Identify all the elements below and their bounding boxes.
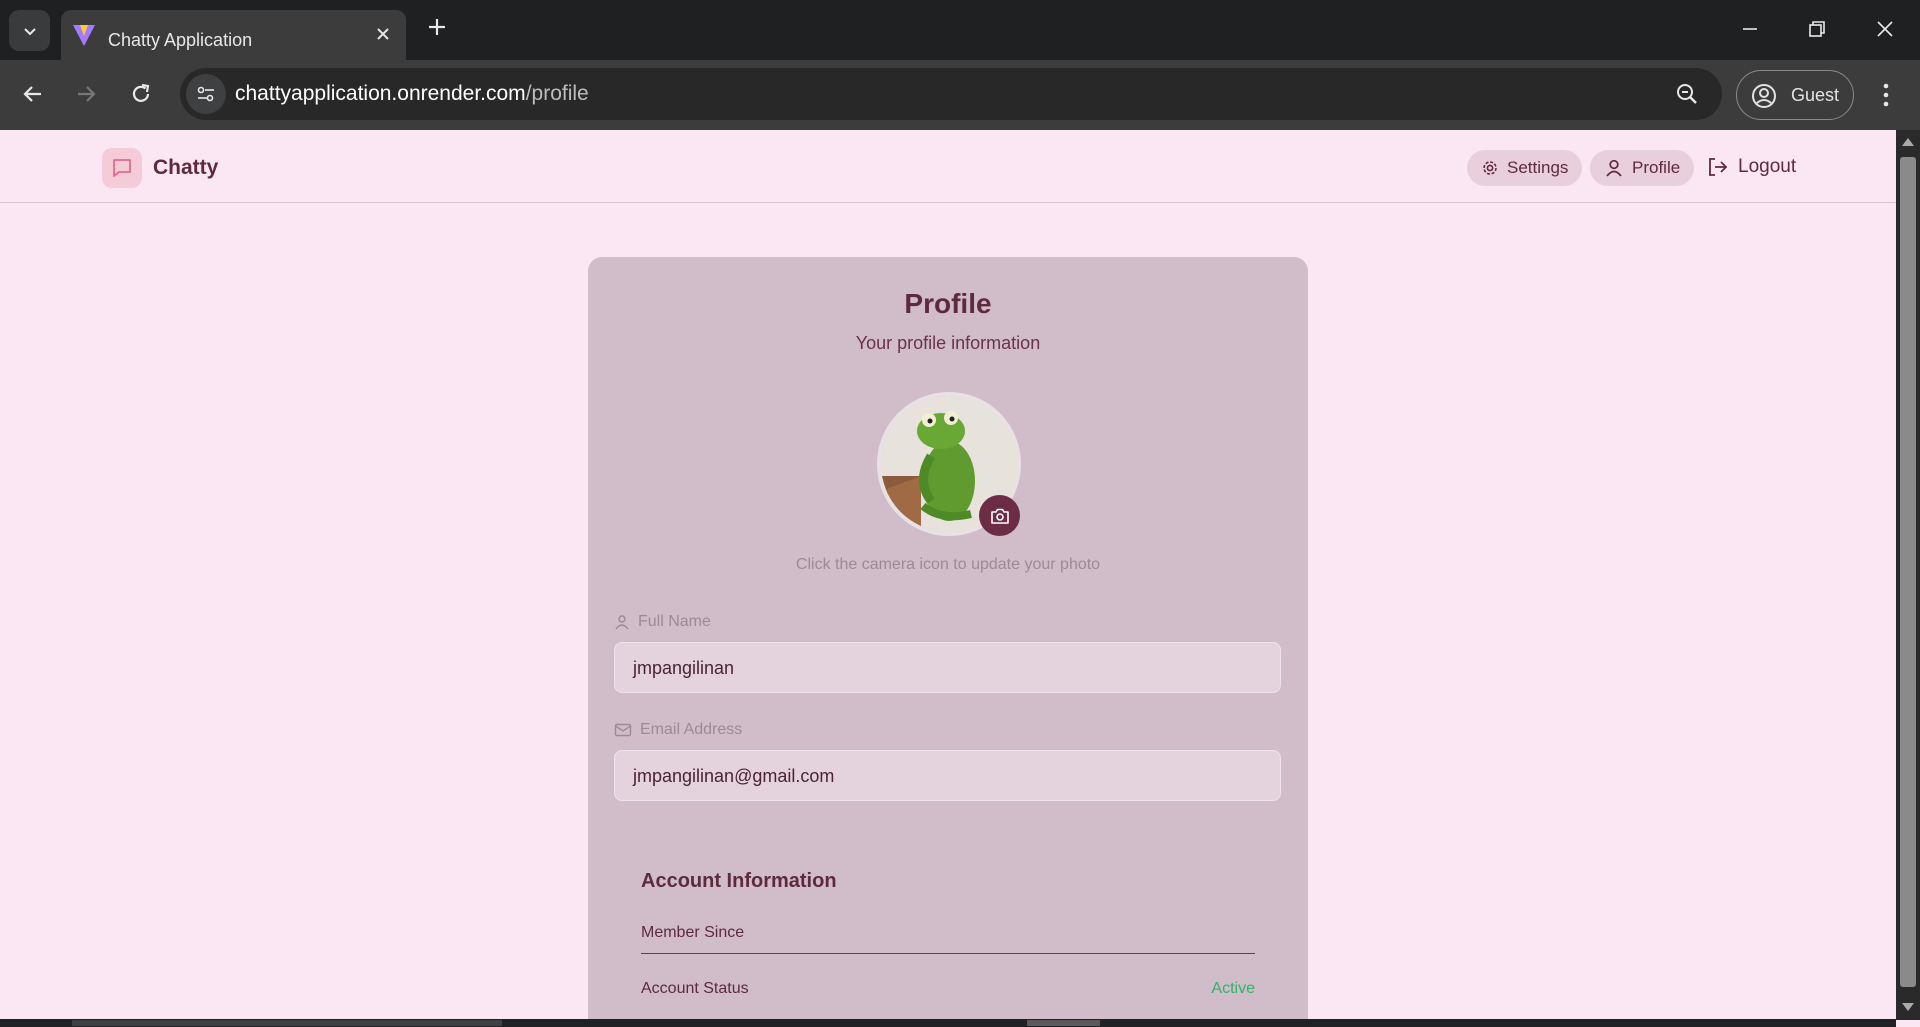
url-text: chattyapplication.onrender.com/profile [235, 82, 589, 106]
member-since-label: Member Since [641, 924, 745, 941]
taskbar-item [1027, 1020, 1100, 1026]
page-subtitle: Your profile information [855, 333, 1041, 353]
vite-favicon-icon [71, 22, 97, 53]
more-vert-icon[interactable] [1880, 82, 1892, 113]
profile-card: Profile Your profile information Click t… [588, 257, 1308, 1027]
close-icon[interactable] [375, 26, 391, 47]
taskbar-item [72, 1020, 502, 1026]
restore-icon[interactable] [1805, 17, 1829, 46]
logout-button[interactable]: Logout [1706, 156, 1796, 178]
camera-icon [990, 508, 1009, 524]
email-label-text: Email Address [640, 721, 743, 738]
message-square-icon [113, 159, 131, 177]
mail-icon [614, 723, 632, 737]
full-name-label-text: Full Name [638, 613, 711, 630]
email-field[interactable]: jmpangilinan@gmail.com [614, 750, 1281, 801]
logout-label: Logout [1738, 156, 1797, 177]
guest-profile-button[interactable]: Guest [1736, 70, 1854, 120]
window-close-icon[interactable] [1873, 17, 1897, 46]
scroll-up-arrow[interactable] [1902, 138, 1914, 146]
user-icon [1606, 159, 1622, 177]
camera-upload-button[interactable] [979, 495, 1020, 536]
page-title: Profile [904, 288, 992, 319]
browser-tab-bar: Chatty Application [0, 0, 1920, 60]
user-icon [615, 615, 629, 630]
account-status-value: Active [1211, 980, 1255, 997]
settings-button[interactable]: Settings [1467, 150, 1583, 186]
logout-icon [1709, 158, 1728, 176]
gear-icon [1483, 161, 1497, 175]
forward-icon[interactable] [73, 81, 99, 112]
full-name-field[interactable]: jmpangilinan [614, 642, 1281, 693]
guest-label: Guest [1791, 85, 1840, 105]
account-info-title: Account Information [641, 870, 837, 892]
full-name-label: Full Name [614, 613, 711, 631]
browser-toolbar: chattyapplication.onrender.com/profile G… [0, 60, 1920, 130]
browser-tab[interactable]: Chatty Application [61, 10, 406, 60]
brand-name[interactable]: Chatty [153, 156, 218, 180]
tab-search-button[interactable] [9, 10, 50, 51]
app-header: Chatty Settings Profile Logout [0, 130, 1896, 203]
url-host: chattyapplication.onrender.com [235, 82, 526, 105]
scroll-thumb[interactable] [1900, 157, 1916, 987]
brand-logo[interactable] [102, 148, 142, 188]
page-scrollbar[interactable] [1896, 130, 1920, 1020]
taskbar-strip [0, 1019, 1896, 1027]
back-icon[interactable] [20, 81, 46, 112]
email-label: Email Address [614, 721, 742, 739]
settings-label: Settings [1507, 158, 1569, 177]
photo-hint: Click the camera icon to update your pho… [795, 556, 1101, 573]
minimize-icon[interactable] [1738, 17, 1762, 46]
email-value: jmpangilinan@gmail.com [633, 766, 835, 786]
scroll-down-arrow[interactable] [1902, 1003, 1914, 1011]
reload-icon[interactable] [128, 81, 154, 112]
zoom-icon[interactable] [1674, 81, 1700, 112]
chevron-down-icon [23, 27, 36, 35]
tab-title: Chatty Application [108, 30, 253, 50]
account-status-label: Account Status [641, 980, 749, 997]
address-bar[interactable]: chattyapplication.onrender.com/profile [180, 68, 1722, 120]
full-name-value: jmpangilinan [633, 658, 735, 678]
site-info-icon[interactable] [186, 74, 226, 114]
guest-profile-icon [1751, 83, 1777, 114]
url-path: /profile [525, 82, 589, 105]
profile-button[interactable]: Profile [1590, 150, 1695, 186]
divider [641, 953, 1255, 954]
plus-icon[interactable] [425, 15, 449, 44]
profile-label: Profile [1632, 158, 1681, 177]
